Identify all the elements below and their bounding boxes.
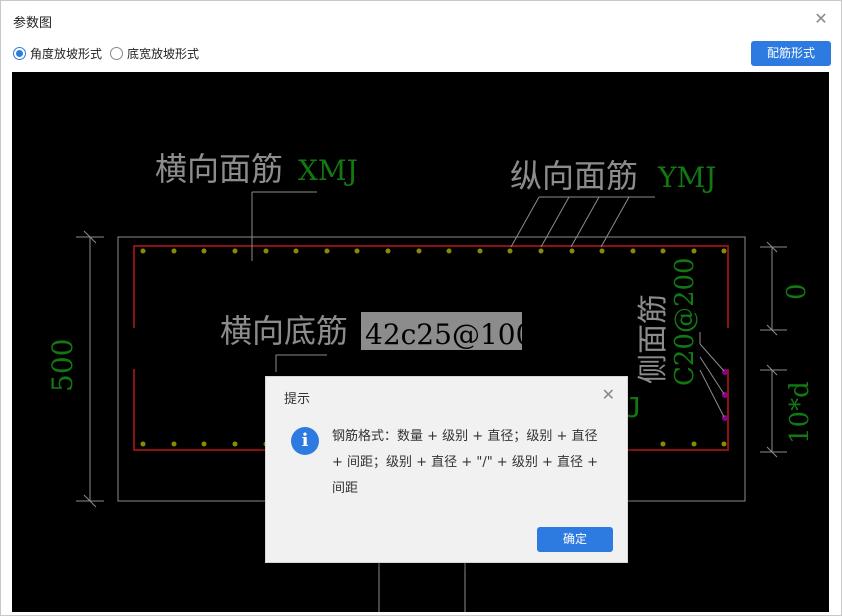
dialog-message: 钢筋格式：数量 + 级别 + 直径；级别 + 直径 + 间距；级别 + 直径 +… [332, 429, 599, 496]
info-icon: i [291, 427, 319, 455]
slope-mode-options: 角度放坡形式 底宽放坡形式 [13, 45, 207, 62]
close-icon[interactable]: ✕ [811, 9, 831, 29]
close-icon[interactable]: ✕ [602, 385, 615, 404]
ok-button[interactable]: 确定 [537, 527, 613, 552]
window-title: 参数图 [13, 16, 53, 31]
radio-unchecked-icon[interactable] [110, 47, 124, 60]
radio-angle-label: 角度放坡形式 [30, 47, 103, 61]
radio-checked-icon[interactable] [13, 47, 26, 60]
radio-angle-slope[interactable]: 角度放坡形式 [13, 45, 102, 62]
dialog-title: 提示 [284, 392, 311, 407]
radio-width-label: 底宽放坡形式 [127, 47, 200, 61]
radio-width-slope[interactable]: 底宽放坡形式 [110, 45, 199, 62]
rebar-form-button[interactable]: 配筋形式 [751, 41, 831, 66]
hint-dialog: 提示 ✕ i 钢筋格式：数量 + 级别 + 直径；级别 + 直径 + 间距；级别… [265, 376, 628, 563]
